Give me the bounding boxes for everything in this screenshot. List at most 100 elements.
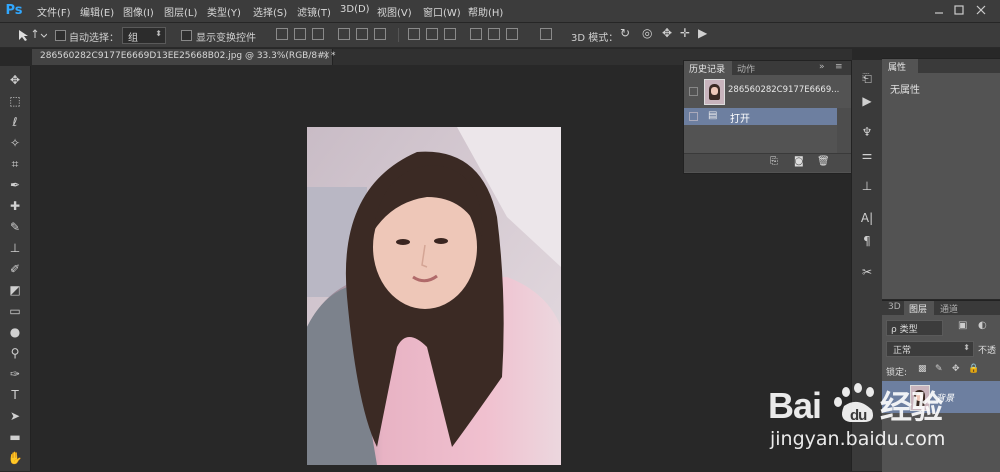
menu-layer[interactable]: 图层(L) xyxy=(164,4,197,19)
blur-tool-icon[interactable]: ● xyxy=(6,324,24,340)
auto-select-checkbox[interactable] xyxy=(55,30,66,41)
actions-play-icon[interactable]: ▶ xyxy=(858,93,876,109)
show-transform-label: 显示变换控件 xyxy=(196,33,256,44)
menu-file[interactable]: 文件(F) xyxy=(37,4,71,19)
menu-help[interactable]: 帮助(H) xyxy=(468,4,503,19)
rectangle-tool-icon[interactable]: ▬ xyxy=(6,429,24,445)
tab-history[interactable]: 历史记录 xyxy=(689,62,725,75)
brush-presets-icon[interactable]: ♆ xyxy=(858,124,876,140)
healing-brush-tool-icon[interactable]: ✚ xyxy=(6,198,24,214)
tool-presets-icon[interactable]: ✂ xyxy=(858,264,876,280)
photo-portrait xyxy=(307,127,561,465)
type-tool-icon[interactable]: T xyxy=(6,387,24,403)
path-selection-tool-icon[interactable]: ➤ xyxy=(6,408,24,424)
auto-select-dropdown[interactable]: 组 ⬍ xyxy=(122,27,166,44)
brush-tool-icon[interactable]: ✎ xyxy=(6,219,24,235)
watermark-logo-graphic: Bai du 经验 xyxy=(768,383,944,426)
pen-tool-icon[interactable]: ✑ xyxy=(6,366,24,382)
step-source-checkbox[interactable] xyxy=(689,112,698,121)
gradient-tool-icon[interactable]: ▭ xyxy=(6,303,24,319)
3d-roll-icon[interactable]: ◎ xyxy=(642,26,652,40)
document-tab[interactable]: 286560282C9177E6669D13EE25668B02.jpg @ 3… xyxy=(32,49,336,65)
tab-channels[interactable]: 通道 xyxy=(940,302,958,315)
history-snapshot-row[interactable]: 286560282C9177E6669... xyxy=(684,76,851,109)
3d-rotate-icon[interactable]: ↻ xyxy=(620,26,630,40)
tab-3d[interactable]: 3D xyxy=(888,302,901,312)
lock-position-icon[interactable]: ✥ xyxy=(952,364,960,374)
lasso-tool-icon[interactable]: ℓ xyxy=(6,114,24,130)
dropdown-arrows-icon: ⬍ xyxy=(155,29,162,38)
filter-image-icon[interactable]: ▣ xyxy=(958,320,967,331)
distribute-right-icon[interactable] xyxy=(506,28,518,40)
filter-adjustment-icon[interactable]: ◐ xyxy=(978,320,987,331)
3d-slide-icon[interactable]: ✛ xyxy=(680,26,690,40)
distribute-vcenter-icon[interactable] xyxy=(426,28,438,40)
watermark-url: jingyan.baidu.com xyxy=(770,428,946,450)
options-bar: 自动选择： 组 ⬍ 显示变换控件 3D 模式： ↻ ◎ ✥ ✛ ▶ xyxy=(0,23,1000,48)
history-panel-icon[interactable]: ⎗ xyxy=(858,70,876,86)
character-panel-icon[interactable]: A| xyxy=(858,210,876,226)
lock-transparent-icon[interactable]: ▩ xyxy=(918,364,927,374)
menu-edit[interactable]: 编辑(E) xyxy=(80,4,114,19)
distribute-top-icon[interactable] xyxy=(408,28,420,40)
panel-collapse-icon[interactable]: » xyxy=(819,62,825,72)
align-hcenter-icon[interactable] xyxy=(356,28,368,40)
eraser-tool-icon[interactable]: ◩ xyxy=(6,282,24,298)
distribute-left-icon[interactable] xyxy=(470,28,482,40)
dodge-tool-icon[interactable]: ⚲ xyxy=(6,345,24,361)
camera-icon[interactable]: ◙ xyxy=(794,156,804,167)
menu-3d[interactable]: 3D(D) xyxy=(340,4,370,15)
brush-settings-icon[interactable]: ⚌ xyxy=(858,147,876,163)
new-document-from-state-icon[interactable]: ⎘ xyxy=(770,156,778,167)
3d-scale-icon[interactable]: ▶ xyxy=(698,26,707,40)
svg-text:Bai: Bai xyxy=(768,385,821,426)
magic-wand-tool-icon[interactable]: ✧ xyxy=(6,135,24,151)
align-left-icon[interactable] xyxy=(338,28,350,40)
window-controls[interactable] xyxy=(931,4,991,18)
trash-icon[interactable]: 🗑 xyxy=(817,156,830,167)
separator xyxy=(398,28,399,42)
distribute-hcenter-icon[interactable] xyxy=(488,28,500,40)
app-logo: Ps xyxy=(5,3,23,18)
3d-pan-icon[interactable]: ✥ xyxy=(662,26,672,40)
menu-filter[interactable]: 滤镜(T) xyxy=(297,4,331,19)
menu-select[interactable]: 选择(S) xyxy=(253,4,287,19)
lock-all-icon[interactable]: 🔒 xyxy=(968,364,979,374)
paragraph-panel-icon[interactable]: ¶ xyxy=(858,233,876,249)
properties-panel: 属性 无属性 xyxy=(882,58,1000,299)
history-brush-tool-icon[interactable]: ✐ xyxy=(6,261,24,277)
align-right-icon[interactable] xyxy=(374,28,386,40)
document-image[interactable] xyxy=(307,127,561,465)
tab-layers[interactable]: 图层 xyxy=(909,302,927,315)
menu-image[interactable]: 图像(I) xyxy=(123,4,154,19)
menu-window[interactable]: 窗口(W) xyxy=(423,4,461,19)
marquee-tool-icon[interactable]: ⬚ xyxy=(6,93,24,109)
panel-menu-icon[interactable]: ≡ xyxy=(835,62,843,72)
layer-filter-dropdown[interactable]: ρ 类型 xyxy=(886,320,943,336)
align-top-icon[interactable] xyxy=(276,28,288,40)
lock-pixels-icon[interactable]: ✎ xyxy=(935,364,943,374)
tab-properties[interactable]: 属性 xyxy=(888,60,906,73)
history-scrollbar[interactable] xyxy=(837,108,851,153)
snapshot-source-checkbox[interactable] xyxy=(689,87,698,96)
align-vcenter-icon[interactable] xyxy=(294,28,306,40)
show-transform-checkbox[interactable] xyxy=(181,30,192,41)
align-bottom-icon[interactable] xyxy=(312,28,324,40)
auto-select-label: 自动选择： xyxy=(69,33,119,44)
blend-mode-dropdown[interactable]: 正常 ⬍ xyxy=(886,341,974,357)
svg-text:经验: 经验 xyxy=(880,388,943,426)
clone-source-icon[interactable]: ⊥ xyxy=(858,178,876,194)
clone-stamp-tool-icon[interactable]: ⊥ xyxy=(6,240,24,256)
menu-type[interactable]: 类型(Y) xyxy=(207,4,241,19)
tab-actions[interactable]: 动作 xyxy=(737,62,755,75)
close-tab-icon[interactable]: × xyxy=(322,50,330,61)
auto-align-icon[interactable] xyxy=(540,28,552,40)
hand-tool-icon[interactable]: ✋ xyxy=(6,450,24,466)
menu-view[interactable]: 视图(V) xyxy=(377,4,412,19)
move-tool-preset-icon[interactable] xyxy=(17,28,47,42)
move-tool-icon[interactable]: ✥ xyxy=(6,72,24,88)
eyedropper-tool-icon[interactable]: ✒ xyxy=(6,177,24,193)
distribute-bottom-icon[interactable] xyxy=(444,28,456,40)
history-step-open[interactable]: ▤ 打开 xyxy=(684,108,837,125)
crop-tool-icon[interactable]: ⌗ xyxy=(6,156,24,172)
